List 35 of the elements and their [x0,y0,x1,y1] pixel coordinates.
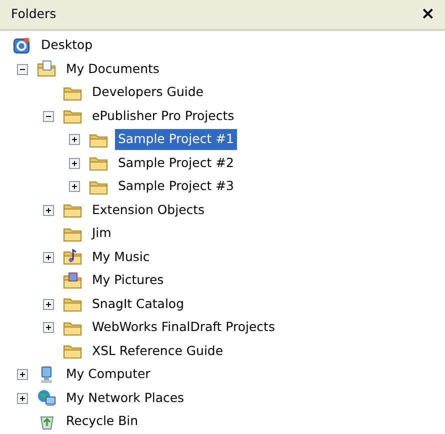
tree-item[interactable]: My Documents [63,58,162,80]
tree-item[interactable]: Sample Project #1 [115,129,238,150]
tree-item[interactable]: Sample Project #2 [115,152,238,174]
expand-icon[interactable] [43,322,54,334]
expand-icon[interactable] [69,158,80,169]
tree-item[interactable]: Developers Guide [89,82,206,104]
tree-item[interactable]: Sample Project #3 [115,176,238,198]
collapse-icon[interactable] [17,64,28,75]
tree-item[interactable]: Recycle Bin [63,411,142,432]
expand-icon[interactable] [69,134,80,146]
expand-icon[interactable] [17,369,28,380]
tree-item[interactable]: XSL Reference Guide [89,340,226,362]
tree-item[interactable]: WebWorks FinalDraft Projects [89,317,278,338]
expand-icon[interactable] [43,252,54,263]
tree-item[interactable]: My Music [89,246,153,268]
tree-item[interactable]: My Computer [63,364,154,386]
desktop-icon [12,36,32,55]
close-button[interactable]: × [420,6,435,23]
expand-icon[interactable] [69,181,80,192]
tree-item[interactable]: My Network Places [63,388,188,409]
expand-icon[interactable] [43,298,54,310]
collapse-icon[interactable] [43,110,54,122]
tree-item[interactable]: My Pictures [89,270,167,292]
tree-item[interactable]: Desktop [38,35,96,56]
tree-item[interactable]: ePublisher Pro Projects [89,106,238,127]
network-icon [37,389,57,408]
music-folder-icon [63,248,83,266]
tree-item[interactable]: Jim [89,223,114,244]
documents-folder-icon [37,60,57,78]
pictures-folder-icon [63,272,83,290]
panel-title: Folders [11,5,56,24]
tree-item[interactable]: Extension Objects [89,200,208,221]
expand-icon[interactable] [43,204,54,216]
expand-icon[interactable] [17,392,28,404]
tree-item[interactable]: SnagIt Catalog [89,294,188,315]
